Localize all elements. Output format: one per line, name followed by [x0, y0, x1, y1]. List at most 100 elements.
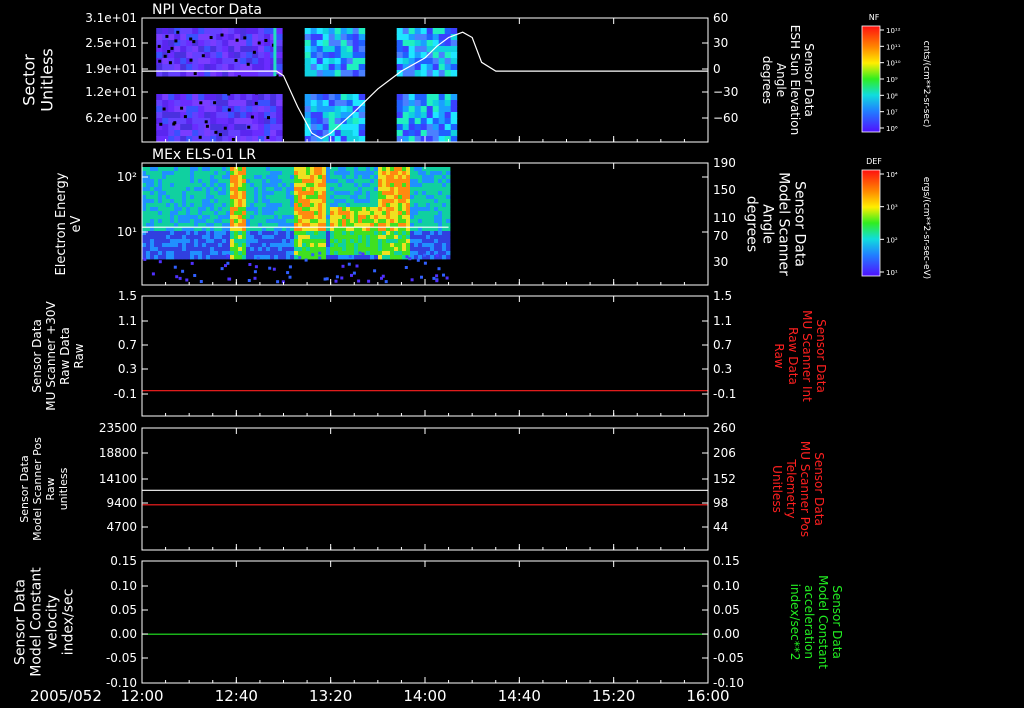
npi-cell: [204, 46, 211, 53]
els-cell: [314, 187, 319, 192]
npi-cell: [240, 94, 247, 101]
els-cell: [430, 235, 435, 240]
els-cell: [306, 199, 311, 204]
els-cell: [258, 219, 263, 224]
npi-cell: [310, 52, 318, 59]
els-cell: [442, 219, 447, 224]
npi-gap-cell: [202, 77, 206, 81]
npi-cell: [270, 94, 277, 101]
els-cell: [254, 215, 259, 220]
els-cell: [406, 247, 411, 252]
els-cell: [194, 179, 199, 184]
els-cell: [354, 243, 359, 248]
els-cell: [222, 203, 227, 208]
els-cell: [410, 195, 415, 200]
npi-cell: [334, 64, 342, 71]
els-cell: [182, 215, 187, 220]
npi-cell: [228, 28, 235, 35]
els-cell: [414, 231, 419, 236]
els-cell: [186, 183, 191, 188]
els-cell: [398, 235, 403, 240]
npi-cell: [426, 100, 434, 107]
els-cell: [286, 171, 291, 176]
els-cell: [370, 195, 375, 200]
npi-cell: [352, 64, 360, 71]
npi-cell: [352, 40, 360, 47]
els-cell: [274, 179, 279, 184]
els-cell: [398, 171, 403, 176]
els-cell: [142, 187, 147, 192]
npi-cell: [252, 118, 259, 125]
els-cell: [342, 239, 347, 244]
npi-cell: [174, 130, 181, 137]
els-cell: [338, 207, 343, 212]
els-cell: [314, 191, 319, 196]
els-cell: [442, 243, 447, 248]
els-cell: [246, 255, 251, 260]
npi-cell: [156, 52, 163, 59]
els-cell: [214, 171, 219, 176]
npi-gap-cell: [264, 39, 268, 42]
els-cell: [250, 239, 255, 244]
npi-cell: [444, 100, 452, 107]
els-cell: [446, 247, 451, 252]
npi-cell: [396, 130, 404, 137]
els-cell: [414, 175, 419, 180]
els-cell: [286, 175, 291, 180]
els-cell: [294, 191, 299, 196]
npi-cell: [186, 124, 193, 131]
els-cell: [334, 235, 339, 240]
npi-cell: [340, 64, 348, 71]
els-cell: [346, 207, 351, 212]
els-cell: [162, 247, 167, 252]
npi-cell: [234, 94, 241, 101]
npi-cell: [310, 94, 318, 101]
els-cell: [318, 203, 323, 208]
els-cell: [254, 179, 259, 184]
els-cell: [250, 207, 255, 212]
npi-cell: [402, 34, 410, 41]
els-cell: [446, 243, 451, 248]
els-cell: [158, 219, 163, 224]
els-cell: [406, 243, 411, 248]
npi-cell: [328, 34, 336, 41]
els-cell: [162, 255, 167, 260]
els-cell: [386, 243, 391, 248]
els-cell: [442, 187, 447, 192]
els-cell: [410, 199, 415, 204]
els-cell: [234, 235, 239, 240]
els-cell: [154, 171, 159, 176]
npi-cell: [186, 46, 193, 53]
els-cell: [354, 215, 359, 220]
els-cell: [214, 199, 219, 204]
els-cell: [202, 251, 207, 256]
els-low-cell: [432, 276, 436, 280]
els-cell: [406, 187, 411, 192]
npi-cell: [420, 106, 428, 113]
els-cell: [382, 211, 387, 216]
els-cell: [406, 199, 411, 204]
els-cell: [282, 167, 287, 172]
els-cell: [434, 211, 439, 216]
els-low-cell: [405, 255, 409, 259]
els-cell: [354, 239, 359, 244]
els-cell: [422, 195, 427, 200]
els-cell: [410, 211, 415, 216]
els-cell: [378, 195, 383, 200]
npi-cell: [426, 64, 434, 71]
npi-gap-cell: [272, 83, 275, 87]
npi-cell: [234, 106, 241, 113]
els-cell: [266, 255, 271, 260]
els-cell: [442, 207, 447, 212]
els-cell: [358, 247, 363, 252]
els-cell: [310, 203, 315, 208]
colorbar-tick-label: 10⁴: [886, 171, 898, 179]
els-cell: [406, 191, 411, 196]
els-cell: [414, 211, 419, 216]
els-cell: [194, 215, 199, 220]
npi-cell: [228, 46, 235, 53]
els-cell: [426, 187, 431, 192]
els-cell: [174, 179, 179, 184]
els-cell: [398, 179, 403, 184]
npi-cell: [198, 106, 205, 113]
